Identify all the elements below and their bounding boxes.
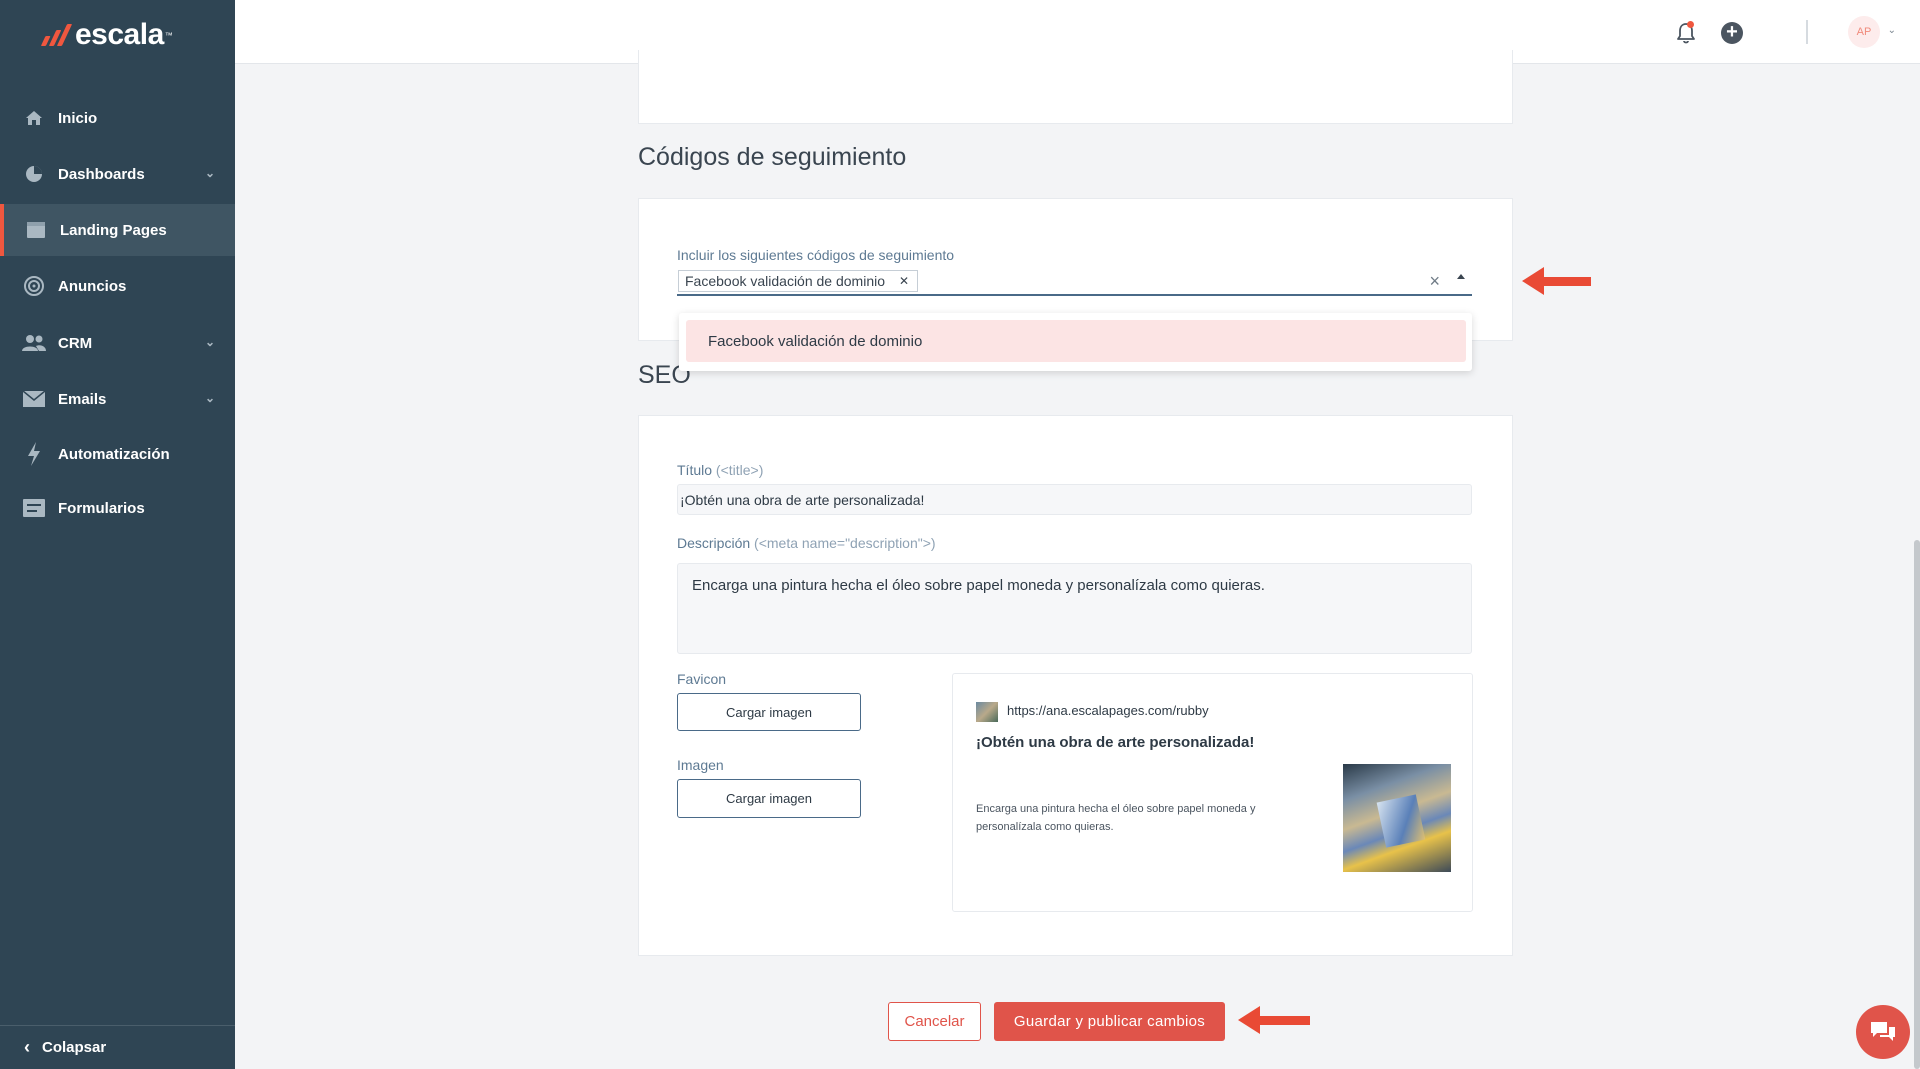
search-preview-card: https://ana.escalapages.com/rubby ¡Obtén… [952, 673, 1473, 912]
preview-image [1343, 764, 1451, 872]
tracking-section-title: Códigos de seguimiento [638, 143, 907, 171]
sidebar-item-label: Anuncios [58, 277, 127, 295]
home-icon [22, 106, 46, 130]
users-icon [22, 331, 46, 355]
browser-window-icon [24, 218, 48, 242]
image-label: Imagen [677, 757, 724, 773]
chevron-down-icon: ⌄ [204, 391, 215, 405]
chevron-down-icon: ⌄ [204, 335, 215, 349]
envelope-icon [22, 387, 46, 411]
title-label-hint: (<title>) [715, 462, 764, 478]
seo-description-textarea[interactable]: Encarga una pintura hecha el óleo sobre … [677, 563, 1472, 654]
seo-title-input[interactable]: ¡Obtén una obra de arte personalizada! [677, 484, 1472, 515]
chevron-down-icon[interactable]: ⌄ [1888, 25, 1896, 36]
sidebar-item-label: Dashboards [58, 165, 145, 183]
description-label-text: Descripción [677, 535, 751, 551]
upload-image-button[interactable]: Cargar imagen [677, 779, 861, 818]
description-label-hint: (<meta name="description">) [754, 535, 936, 551]
save-and-publish-button[interactable]: Guardar y publicar cambios [994, 1002, 1225, 1041]
chevron-down-icon: ⌄ [204, 166, 215, 180]
plus-circle-icon[interactable]: + [1721, 22, 1743, 44]
description-field-label: Descripción (<meta name="description">) [677, 535, 936, 551]
chat-icon[interactable] [1856, 1005, 1910, 1059]
dropdown-option[interactable]: Facebook validación de dominio [686, 320, 1466, 362]
form-icon [22, 496, 46, 520]
previous-section-card [638, 50, 1513, 124]
sidebar-item-label: Formularios [58, 499, 145, 517]
collapse-label: Colapsar [42, 1039, 107, 1056]
cancel-button[interactable]: Cancelar [888, 1002, 981, 1041]
close-icon[interactable]: ✕ [899, 274, 909, 288]
sidebar-item-crm[interactable]: CRM ⌄ [0, 317, 235, 369]
notification-dot [1687, 21, 1694, 28]
selected-tracking-chip[interactable]: Facebook validación de dominio ✕ [678, 270, 919, 292]
preview-title: ¡Obtén una obra de arte personalizada! [976, 734, 1255, 751]
sidebar-item-label: Landing Pages [60, 221, 167, 239]
tracking-codes-select[interactable]: Facebook validación de dominio ✕ × [677, 268, 1472, 296]
sidebar-item-label: Emails [58, 390, 107, 408]
sidebar-item-label: Inicio [58, 109, 98, 127]
sidebar-item-landing-pages[interactable]: Landing Pages [0, 204, 235, 256]
chevron-left-icon: ‹ [24, 1037, 30, 1057]
sidebar-item-emails[interactable]: Emails ⌄ [0, 373, 235, 425]
sidebar-item-automatizacion[interactable]: Automatización [0, 428, 235, 480]
sidebar-item-inicio[interactable]: Inicio [0, 92, 235, 144]
sidebar-item-formularios[interactable]: Formularios [0, 482, 235, 534]
brand-logo[interactable]: escala ™ [40, 18, 173, 52]
sidebar-item-label: Automatización [58, 445, 170, 463]
sidebar-item-dashboards[interactable]: Dashboards ⌄ [0, 148, 235, 200]
preview-favicon [976, 702, 998, 722]
tracking-field-label: Incluir los siguientes códigos de seguim… [677, 247, 955, 263]
pie-chart-icon [22, 162, 46, 186]
bell-icon[interactable] [1674, 21, 1698, 45]
annotation-arrow-icon [1238, 1006, 1310, 1034]
topbar-divider [1806, 20, 1808, 44]
sidebar-item-label: CRM [58, 334, 93, 352]
preview-description: Encarga una pintura hecha el óleo sobre … [976, 803, 1256, 833]
title-label-text: Título [677, 462, 713, 478]
avatar[interactable]: AP [1848, 16, 1880, 48]
upload-favicon-button[interactable]: Cargar imagen [677, 693, 861, 731]
brand-name: escala [75, 18, 164, 51]
lightning-icon [22, 442, 46, 466]
target-icon [22, 274, 46, 298]
sidebar: escala ™ Inicio Dashboards ⌄ Landing Pag… [0, 0, 235, 1069]
sidebar-item-anuncios[interactable]: Anuncios [0, 260, 235, 312]
tracking-dropdown-menu: Facebook validación de dominio [679, 313, 1472, 371]
clear-icon[interactable]: × [1429, 271, 1440, 292]
logo-mark-icon [40, 24, 73, 46]
caret-up-icon[interactable] [1457, 274, 1465, 279]
preview-url: https://ana.escalapages.com/rubby [1007, 703, 1209, 718]
favicon-label: Favicon [677, 671, 727, 687]
collapse-sidebar-button[interactable]: ‹ Colapsar [0, 1025, 235, 1069]
scrollbar[interactable] [1914, 540, 1920, 1069]
annotation-arrow-icon [1522, 267, 1591, 295]
title-field-label: Título (<title>) [677, 462, 763, 478]
chip-label: Facebook validación de dominio [685, 273, 886, 289]
brand-trademark: ™ [164, 30, 173, 40]
